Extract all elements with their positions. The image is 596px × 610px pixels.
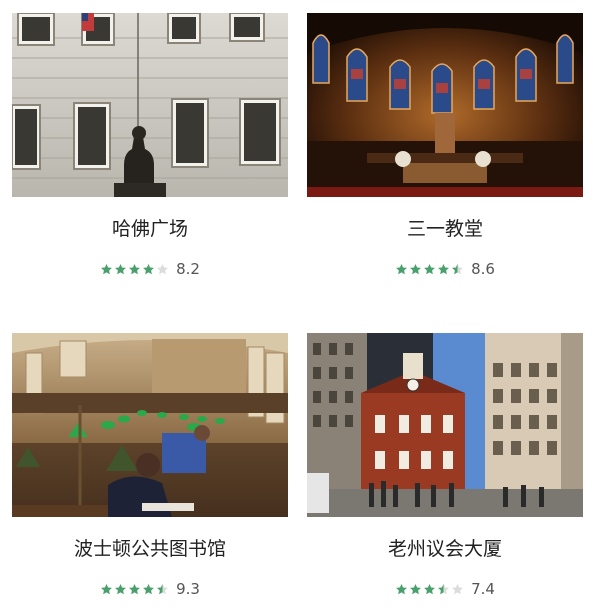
rating: 9.3 (12, 579, 288, 599)
star-empty-icon (157, 263, 168, 274)
rating: 7.4 (307, 579, 583, 599)
star-rating (395, 263, 465, 276)
star-full-icon (396, 583, 407, 594)
card-title[interactable]: 哈佛广场 (12, 216, 288, 242)
star-full-icon (143, 583, 154, 594)
card-title[interactable]: 老州议会大厦 (307, 536, 583, 562)
rating-score: 7.4 (471, 580, 495, 598)
rating: 8.2 (12, 259, 288, 279)
star-full-icon (143, 263, 154, 274)
card-photo[interactable] (307, 13, 583, 197)
star-rating (100, 583, 170, 596)
card-photo[interactable] (12, 13, 288, 197)
star-full-icon (115, 263, 126, 274)
card-title[interactable]: 波士顿公共图书馆 (12, 536, 288, 562)
star-full-icon (396, 263, 407, 274)
star-full-icon (410, 263, 421, 274)
card-title[interactable]: 三一教堂 (307, 216, 583, 242)
star-empty-icon (452, 583, 463, 594)
star-full-icon (438, 263, 449, 274)
star-full-icon (424, 583, 435, 594)
star-full-icon (115, 583, 126, 594)
rating-score: 8.6 (471, 260, 495, 278)
star-full-icon (101, 263, 112, 274)
star-full-icon (424, 263, 435, 274)
star-rating (100, 263, 170, 276)
card-photo[interactable] (307, 333, 583, 517)
star-full-icon (129, 263, 140, 274)
star-full-icon (129, 583, 140, 594)
star-rating (395, 583, 465, 596)
rating-score: 9.3 (176, 580, 200, 598)
star-half-icon (157, 583, 168, 594)
rating-score: 8.2 (176, 260, 200, 278)
rating: 8.6 (307, 259, 583, 279)
star-full-icon (410, 583, 421, 594)
star-half-icon (438, 583, 449, 594)
star-full-icon (101, 583, 112, 594)
card-photo[interactable] (12, 333, 288, 517)
star-half-icon (452, 263, 463, 274)
